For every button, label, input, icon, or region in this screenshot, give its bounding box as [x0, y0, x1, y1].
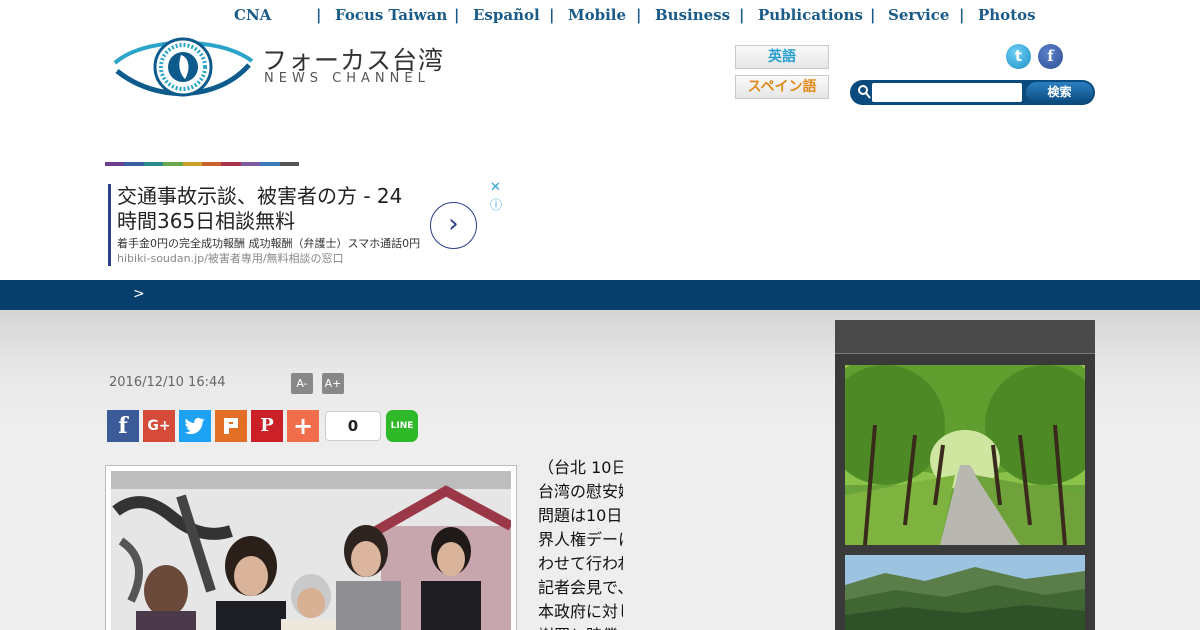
nav-mobile[interactable]: Mobile	[568, 6, 626, 24]
article-line: 記者会見で、日	[538, 578, 623, 597]
ad-close-icon[interactable]: ✕	[490, 180, 501, 195]
nav-photos[interactable]: Photos	[978, 6, 1036, 24]
strip-segment	[105, 162, 125, 166]
font-increase-button[interactable]: A+	[322, 373, 344, 394]
spanish-button[interactable]: スペイン語	[735, 75, 829, 99]
share-facebook-icon[interactable]: f	[107, 410, 139, 442]
article-line: わせて行われた	[538, 554, 623, 573]
twitter-bird-icon	[184, 417, 205, 435]
search-input[interactable]	[872, 83, 1022, 102]
article-line: （台北 10日	[538, 458, 623, 477]
eye-logo-icon	[113, 37, 254, 97]
article-line: 界人権デーに合	[538, 530, 623, 549]
article-line: 台湾の慰安婦問	[538, 482, 623, 501]
breadcrumb-arrow: >	[133, 286, 145, 302]
advertisement[interactable]: 交通事故示談、被害者の方 - 24時間365日相談無料 着手金0円の完全成功報酬…	[105, 180, 505, 270]
nav-service[interactable]: Service	[888, 6, 949, 24]
share-addthis-icon[interactable]: +	[287, 410, 319, 442]
nav-separator: |	[739, 6, 745, 24]
strip-segment	[260, 162, 280, 166]
nav-cna[interactable]: CNA	[234, 6, 271, 24]
article-photo[interactable]	[105, 465, 517, 630]
share-plurk-icon[interactable]	[215, 410, 247, 442]
nav-separator: |	[549, 6, 555, 24]
strip-segment	[163, 162, 183, 166]
top-nav: CNA | Focus Taiwan | Español | Mobile | …	[0, 0, 1200, 30]
strip-segment	[202, 162, 222, 166]
breadcrumb-bar: >	[0, 280, 1200, 310]
share-pinterest-icon[interactable]: P	[251, 410, 283, 442]
share-twitter-icon[interactable]	[179, 410, 211, 442]
strip-segment	[143, 162, 164, 166]
strip-segment	[124, 162, 144, 166]
ad-info-icon[interactable]: ⓘ	[490, 196, 502, 213]
press-conference-photo	[111, 471, 511, 630]
font-decrease-button[interactable]: A-	[291, 373, 313, 394]
share-count: 0	[325, 411, 381, 441]
nav-separator: |	[959, 6, 965, 24]
nav-publications[interactable]: Publications	[758, 6, 863, 24]
nav-business[interactable]: Business	[655, 6, 730, 24]
logo-subtitle: NEWS CHANNEL	[264, 71, 430, 86]
search-bar: 検索	[850, 80, 1095, 105]
article-line: 謝罪と賠償を求	[538, 624, 623, 630]
nav-espanol[interactable]: Español	[473, 6, 540, 24]
share-line-icon[interactable]: LINE	[386, 410, 418, 442]
article-body: （台北 10日台湾の慰安婦問問題は10日、世界人権デーに合わせて行われた記者会見…	[538, 456, 623, 630]
nav-focus-taiwan[interactable]: Focus Taiwan	[335, 6, 447, 24]
nav-separator: |	[316, 6, 322, 24]
article-line: 本政府に対して	[538, 602, 623, 621]
nav-separator: |	[870, 6, 876, 24]
article-line: 問題は10日、世	[538, 506, 623, 525]
english-button[interactable]: 英語	[735, 45, 829, 69]
sidebar-thumbnail-tree-tunnel[interactable]	[845, 365, 1085, 545]
plurk-p-icon	[224, 418, 238, 434]
photo-image	[111, 471, 511, 630]
strip-segment	[221, 162, 241, 166]
ad-headline[interactable]: 交通事故示談、被害者の方 - 24時間365日相談無料	[117, 184, 417, 234]
nav-separator: |	[454, 6, 460, 24]
article-date: 2016/12/10 16:44	[109, 375, 226, 390]
ad-accent-bar	[108, 184, 111, 266]
share-google-plus-icon[interactable]: G+	[143, 410, 175, 442]
facebook-icon[interactable]: f	[1038, 44, 1063, 69]
sidebar	[835, 320, 1095, 630]
ad-arrow-icon[interactable]: ›	[430, 202, 477, 249]
ad-description: 着手金0円の完全成功報酬 成功報酬（弁護士）スマホ通話0円 hibiki-sou…	[117, 236, 422, 266]
strip-segment	[182, 162, 203, 166]
site-logo[interactable]: フォーカス台湾 NEWS CHANNEL	[107, 33, 447, 101]
twitter-icon[interactable]: t	[1006, 44, 1031, 69]
ad-url[interactable]: hibiki-soudan.jp/被害者専用/無料相談の窓口	[117, 252, 344, 265]
strip-segment	[240, 162, 261, 166]
ad-description-text: 着手金0円の完全成功報酬 成功報酬（弁護士）スマホ通話0円	[117, 237, 421, 250]
sidebar-thumbnail-mountains[interactable]	[845, 555, 1085, 630]
color-strip	[105, 162, 300, 166]
search-icon	[858, 85, 871, 99]
strip-segment	[279, 162, 300, 166]
nav-separator: |	[636, 6, 642, 24]
sidebar-header	[835, 320, 1095, 354]
search-button[interactable]: 検索	[1026, 82, 1093, 103]
